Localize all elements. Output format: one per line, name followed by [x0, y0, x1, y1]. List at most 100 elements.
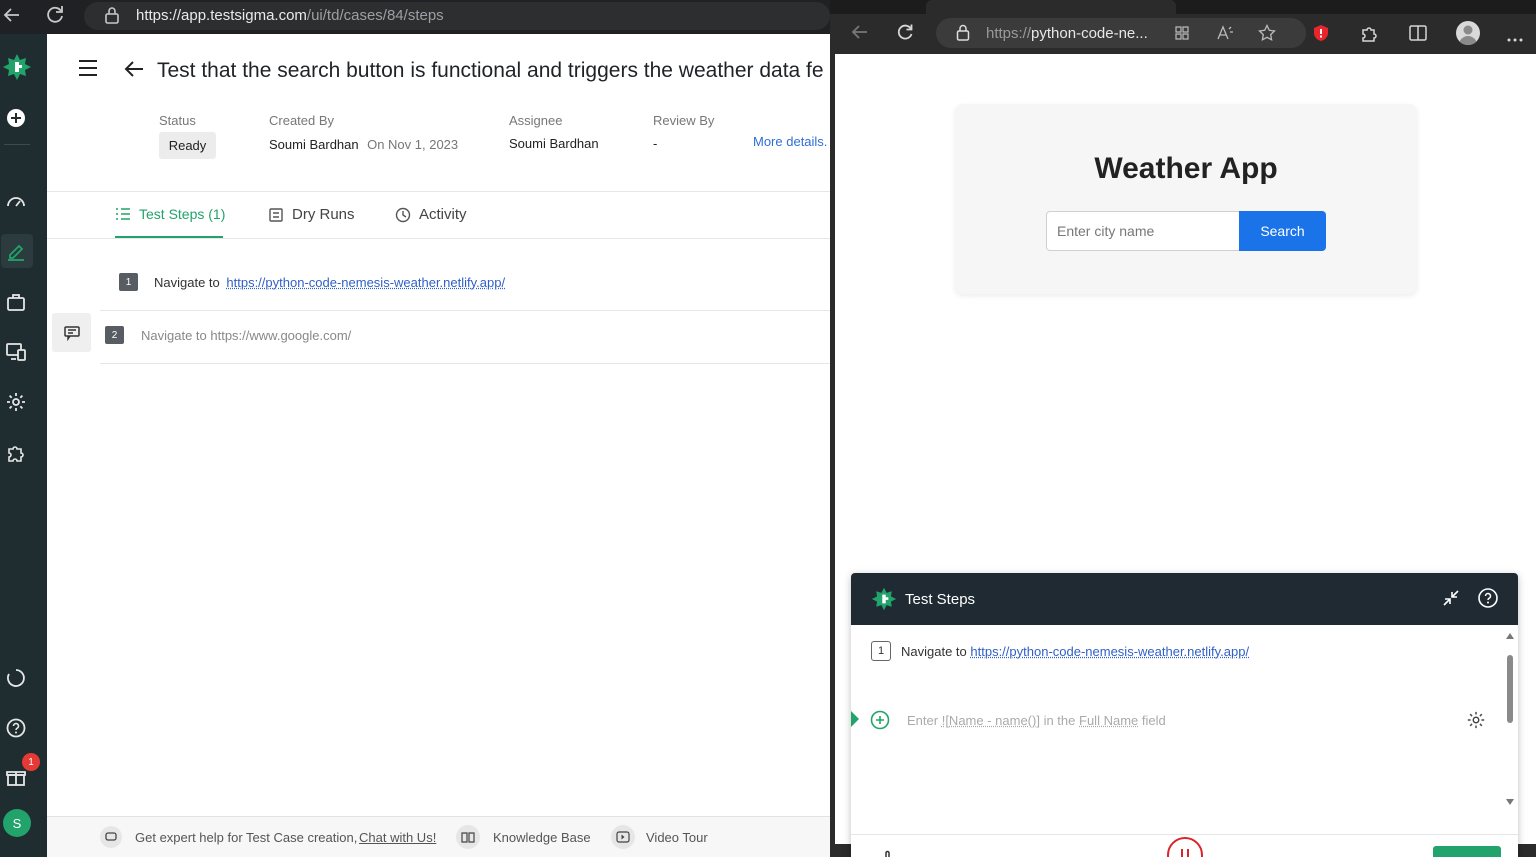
reload-icon[interactable] — [44, 3, 66, 25]
step-url-link[interactable]: https://python-code-nemesis-weather.netl… — [226, 275, 505, 290]
hamburger-menu-icon[interactable] — [77, 58, 99, 78]
step-row-2[interactable]: 2 Navigate to https://www.google.com/ — [105, 326, 351, 344]
video-icon — [611, 825, 635, 849]
add-circle-icon[interactable] — [4, 106, 28, 130]
reload-icon[interactable] — [895, 22, 915, 42]
pause-icon — [1179, 848, 1191, 857]
step-divider — [100, 363, 830, 364]
current-step-arrow — [851, 711, 859, 727]
user-avatar[interactable]: S — [3, 809, 31, 837]
comment-icon — [63, 325, 81, 341]
done-button[interactable]: Done — [1433, 846, 1501, 857]
help-footer: Get expert help for Test Case creation, … — [47, 816, 830, 857]
book-icon — [456, 825, 480, 849]
more-details-link[interactable]: More details. — [753, 134, 827, 149]
left-browser-toolbar: https://app.testsigma.com/ui/td/cases/84… — [0, 0, 830, 34]
app-grid-icon[interactable] — [1174, 25, 1190, 41]
dashboard-icon[interactable] — [4, 190, 28, 214]
addons-puzzle-icon[interactable] — [4, 440, 28, 464]
status-badge: Ready — [159, 132, 216, 159]
chat-bubble-icon — [100, 826, 122, 848]
recorder-panel: Test Steps 1 Navigate to https://python-… — [851, 573, 1518, 857]
list-icon — [115, 207, 131, 221]
recorder-step-row[interactable]: 1 Navigate to https://python-code-nemesi… — [871, 641, 1249, 661]
step-action: Navigate to — [901, 643, 967, 659]
review-by-label: Review By — [653, 113, 715, 128]
created-by-label: Created By — [269, 113, 335, 128]
scroll-up-arrow[interactable] — [1506, 633, 1514, 639]
active-tab[interactable] — [926, 0, 1176, 14]
weather-app-title: Weather App — [1094, 152, 1278, 185]
sidebar-divider — [4, 144, 30, 145]
right-address-bar[interactable]: https://python-code-ne... — [936, 18, 1306, 48]
chat-with-us-link[interactable]: Chat with Us! — [359, 830, 436, 845]
notification-badge: 1 — [22, 753, 40, 771]
lock-icon — [104, 6, 120, 24]
lock-icon — [956, 24, 970, 41]
right-browser-window: https://python-code-ne... Weather App En… — [830, 0, 1536, 857]
more-options-icon[interactable] — [1506, 30, 1524, 42]
new-step-input[interactable]: Enter ![Name - name()] in the Full Name … — [907, 713, 1166, 728]
read-aloud-icon[interactable] — [1216, 24, 1234, 42]
knowledge-base-link[interactable]: Knowledge Base — [493, 830, 591, 845]
step-text: Navigate to https://www.google.com/ — [141, 327, 352, 343]
right-browser-tabstrip — [830, 0, 1536, 14]
assignee-value: Soumi Bardhan — [509, 136, 599, 151]
tab-activity[interactable]: Activity — [395, 206, 467, 223]
dry-runs-icon — [268, 207, 284, 223]
hand-pointer-icon[interactable] — [879, 850, 899, 857]
tab-activity-label: Activity — [419, 206, 467, 223]
test-case-page: Test that the search button is functiona… — [47, 34, 830, 857]
header-divider — [47, 191, 830, 192]
step-number: 1 — [871, 641, 891, 661]
review-by-value: - — [653, 136, 658, 151]
step-text: Navigate to https://python-code-nemesis-… — [901, 644, 1249, 659]
help-icon[interactable] — [4, 716, 28, 740]
extensions-puzzle-icon[interactable] — [1359, 23, 1379, 43]
created-on-date: On Nov 1, 2023 — [367, 137, 459, 152]
clock-icon — [395, 207, 411, 223]
favorite-star-icon[interactable] — [1258, 23, 1276, 42]
left-sidebar: 1 S — [0, 34, 47, 857]
step-settings-gear-icon[interactable] — [1466, 710, 1486, 730]
scrollbar-thumb[interactable] — [1507, 655, 1513, 723]
step-number: 1 — [119, 273, 138, 291]
help-icon[interactable] — [1477, 587, 1499, 609]
tab-dry-runs-label: Dry Runs — [292, 206, 355, 223]
step-comment-button[interactable] — [52, 313, 91, 352]
video-tour-link[interactable]: Video Tour — [646, 830, 708, 845]
scroll-down-arrow[interactable] — [1506, 799, 1514, 805]
recorder-header: Test Steps — [851, 573, 1518, 625]
devices-icon[interactable] — [4, 340, 28, 364]
profile-avatar-icon[interactable] — [1456, 21, 1480, 45]
tab-dry-runs[interactable]: Dry Runs — [268, 206, 355, 223]
city-input[interactable]: Enter city name — [1046, 211, 1240, 251]
step-url-link[interactable]: https://python-code-nemesis-weather.netl… — [970, 644, 1249, 659]
tab-test-steps[interactable]: Test Steps (1) — [115, 206, 225, 222]
extension-red-icon[interactable] — [1312, 24, 1330, 42]
tabs-divider — [47, 238, 830, 239]
split-screen-icon[interactable] — [1408, 23, 1428, 43]
created-by-row: Soumi Bardhan On Nov 1, 2023 — [269, 136, 458, 154]
search-button[interactable]: Search — [1239, 211, 1326, 251]
tab-test-steps-label: Test Steps (1) — [139, 206, 226, 222]
screen: https://app.testsigma.com/ui/td/cases/84… — [0, 0, 1536, 857]
back-arrow-icon[interactable] — [123, 59, 145, 79]
settings-gear-icon[interactable] — [4, 390, 28, 414]
step-action: Navigate to — [154, 274, 220, 290]
status-label: Status — [159, 113, 196, 128]
briefcase-icon[interactable] — [4, 290, 28, 314]
loading-circle-icon[interactable] — [4, 666, 28, 690]
created-by-value: Soumi Bardhan — [269, 137, 359, 152]
testsigma-logo-icon — [871, 586, 897, 612]
test-development-icon[interactable] — [4, 239, 28, 263]
add-step-icon[interactable] — [870, 710, 890, 730]
back-icon[interactable] — [2, 4, 22, 26]
step-row-1[interactable]: 1 Navigate to https://python-code-nemesi… — [119, 273, 505, 291]
assignee-label: Assignee — [509, 113, 563, 128]
step-divider — [100, 310, 830, 311]
back-icon[interactable] — [850, 22, 870, 42]
testsigma-logo-icon[interactable] — [2, 52, 32, 82]
expert-help-text: Get expert help for Test Case creation, — [135, 830, 358, 845]
minimize-arrows-icon[interactable] — [1441, 588, 1461, 608]
